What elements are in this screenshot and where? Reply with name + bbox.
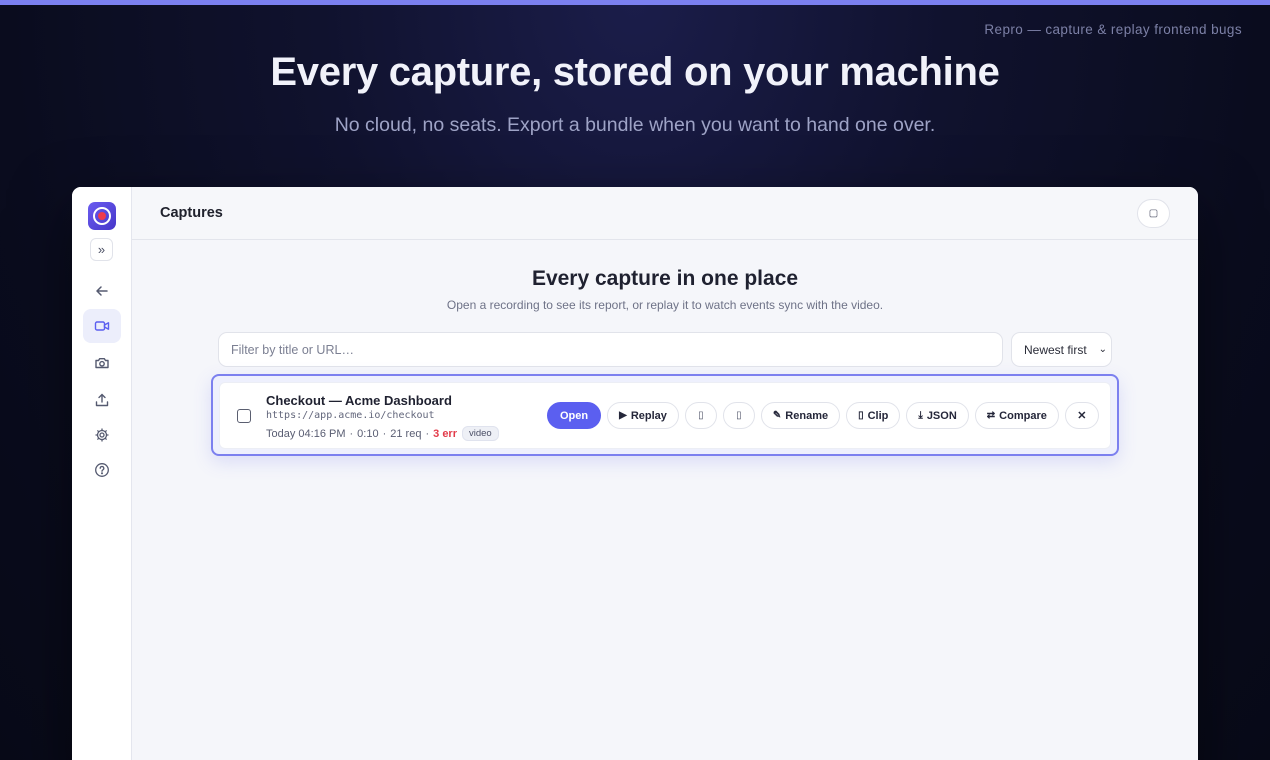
camera-icon [95, 358, 109, 369]
delete-button[interactable]: ✕ [1064, 402, 1099, 429]
capture-card-selected[interactable]: Checkout — Acme Dashboard https://app.ac… [211, 374, 1119, 456]
sort-select-value: Newest first [1024, 342, 1087, 357]
json-label: JSON [926, 409, 957, 422]
hero-title: Every capture, stored on your machine [270, 50, 1000, 94]
sidebar-item-camera[interactable] [83, 346, 121, 380]
capture-actions: Open ▶ Replay ▯ ▯ ✎ Rename ▯ Clip ⤓ JSON [547, 402, 1099, 429]
capture-title: Checkout — Acme Dashboard [266, 393, 452, 408]
meta-separator: · [425, 427, 430, 440]
sort-select[interactable]: Newest first ⌄ [1011, 332, 1112, 367]
meta-separator: · [349, 427, 354, 440]
chevron-down-icon: ⌄ [1098, 344, 1107, 355]
section-title: Every capture in one place [531, 267, 799, 290]
capture-type-badge: video [462, 426, 499, 441]
compare-icon: ⇄ [986, 410, 996, 421]
capture-date: Today 04:16 PM [266, 427, 346, 440]
clip-icon: ▯ [858, 410, 864, 421]
capture-requests: 21 req [390, 427, 422, 440]
filter-input[interactable] [218, 332, 1003, 367]
compare-button[interactable]: ⇄ Compare [974, 402, 1059, 429]
clip-button[interactable]: ▯ Clip [846, 402, 901, 429]
replay-label: Replay [630, 409, 667, 422]
page-header: Captures ▢ [132, 187, 1198, 240]
play-icon: ▶ [619, 410, 627, 421]
meta-separator: · [382, 427, 387, 440]
sidebar-item-video[interactable] [83, 309, 121, 343]
sidebar-item-help[interactable] [83, 453, 121, 487]
arrow-left-icon [96, 286, 108, 296]
logo-ring [93, 207, 111, 225]
brand-tagline: Repro — capture & replay frontend bugs [984, 22, 1242, 37]
video-icon [94, 321, 110, 331]
sidebar-item-upload[interactable] [83, 383, 121, 417]
rename-button[interactable]: ✎ Rename [760, 402, 841, 429]
top-accent-bar [0, 0, 1270, 5]
sidebar-item-settings[interactable] [83, 418, 121, 452]
gear-icon [95, 428, 109, 442]
upload-icon [95, 393, 109, 407]
rename-label: Rename [785, 409, 829, 422]
hero-subtitle: No cloud, no seats. Export a bundle when… [334, 114, 936, 136]
icon-action-button-a[interactable]: ▯ [684, 402, 717, 429]
section-subtitle: Open a recording to see its report, or r… [446, 298, 884, 312]
sidebar-expand-button[interactable]: » [90, 238, 113, 261]
icon-action-button-b[interactable]: ▯ [722, 402, 755, 429]
pencil-icon: ✎ [772, 410, 782, 421]
capture-url: https://app.acme.io/checkout [266, 410, 435, 421]
sidebar-item-back[interactable] [83, 274, 121, 308]
help-circle-icon [95, 463, 109, 477]
capture-errors: 3 err [433, 427, 457, 440]
app-logo[interactable] [88, 202, 116, 230]
replay-button[interactable]: ▶ Replay [607, 402, 679, 429]
app-window: » Captures ▢ Every capture in one place … [72, 187, 1198, 760]
logo-record-dot [98, 212, 106, 220]
page-title: Captures [160, 205, 223, 221]
download-icon: ⤓ [918, 410, 923, 421]
capture-duration: 0:10 [357, 427, 379, 440]
clip-label: Clip [867, 409, 889, 422]
sidebar: » [72, 187, 132, 760]
capture-card[interactable]: Checkout — Acme Dashboard https://app.ac… [219, 382, 1111, 449]
header-action-button[interactable]: ▢ [1137, 199, 1170, 228]
export-json-button[interactable]: ⤓ JSON [906, 402, 969, 429]
open-button[interactable]: Open [547, 402, 602, 429]
compare-label: Compare [999, 409, 1047, 422]
capture-meta: Today 04:16 PM · 0:10 · 21 req · 3 err v… [266, 426, 499, 441]
capture-select-checkbox[interactable] [237, 409, 251, 423]
